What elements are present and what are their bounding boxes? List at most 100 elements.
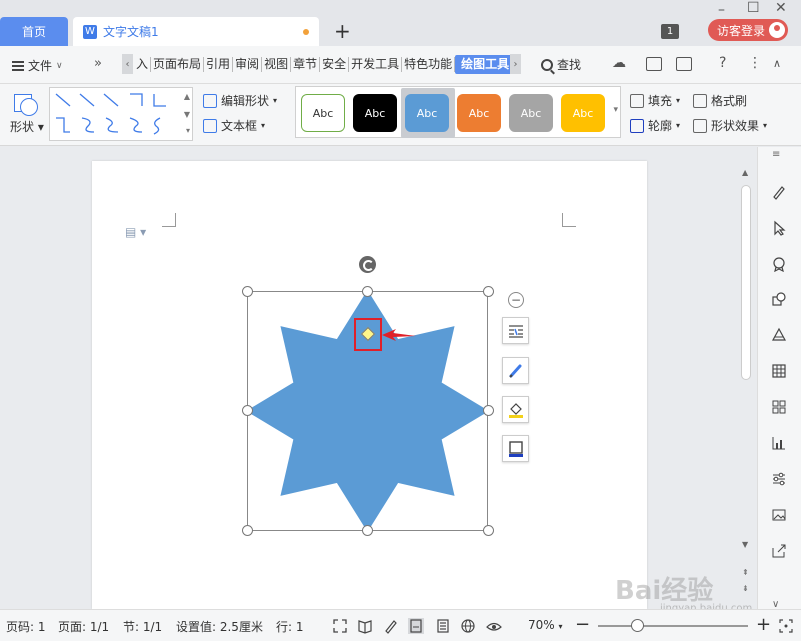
line-shapes-gallery[interactable]: ▲ ▼ ▾ bbox=[49, 87, 193, 141]
edit-shape-button[interactable]: 编辑形状 ▾ bbox=[203, 92, 277, 109]
outline-color-button[interactable] bbox=[502, 435, 529, 462]
zoom-dropdown[interactable]: 70% ▾ bbox=[528, 618, 563, 632]
shapes-icon[interactable] bbox=[770, 290, 788, 308]
gallery-expand-icon[interactable]: ▾ bbox=[186, 126, 190, 135]
page-up-icon[interactable]: ⇞ bbox=[742, 568, 749, 577]
resize-handle-bottom[interactable] bbox=[362, 525, 373, 536]
tab-page-layout[interactable]: 页面布局 bbox=[151, 57, 205, 72]
shape-style-button[interactable] bbox=[502, 357, 529, 384]
style-blue[interactable]: Abc bbox=[405, 94, 449, 132]
style-gold[interactable]: Abc bbox=[561, 94, 605, 132]
fit-page-icon[interactable] bbox=[778, 618, 794, 634]
pen-icon[interactable] bbox=[770, 183, 788, 201]
write-mode-icon[interactable] bbox=[383, 618, 399, 634]
share-icon[interactable] bbox=[646, 57, 662, 71]
zoom-out-button[interactable]: − bbox=[575, 614, 590, 635]
collapse-toolbar-icon[interactable]: − bbox=[508, 292, 524, 308]
resize-handle-top-right[interactable] bbox=[483, 286, 494, 297]
scroll-up-icon[interactable]: ▲ bbox=[742, 168, 748, 177]
maximize-icon[interactable]: ☐ bbox=[747, 0, 760, 16]
style-orange[interactable]: Abc bbox=[457, 94, 501, 132]
sliders-icon[interactable] bbox=[770, 470, 788, 488]
eye-protection-icon[interactable] bbox=[486, 618, 502, 634]
shape-label[interactable]: 形状 ▾ bbox=[10, 118, 44, 135]
image-icon[interactable] bbox=[770, 506, 788, 524]
resize-handle-right[interactable] bbox=[483, 405, 494, 416]
cursor-icon[interactable] bbox=[770, 219, 788, 237]
tab-home[interactable]: 首页 bbox=[0, 17, 68, 46]
style-black[interactable]: Abc bbox=[353, 94, 397, 132]
file-menu[interactable]: 文件 ∨ bbox=[12, 57, 63, 74]
adjust-handle-diamond-icon[interactable] bbox=[360, 326, 376, 342]
grid-icon[interactable] bbox=[770, 398, 788, 416]
tab-features[interactable]: 特色功能 bbox=[402, 57, 456, 72]
textbox-button[interactable]: 文本框 ▾ bbox=[203, 117, 265, 134]
scrollbar-thumb[interactable] bbox=[741, 185, 751, 380]
fill-button[interactable]: 填充 ▾ bbox=[630, 92, 680, 109]
right-side-panel: ≡ ∨ bbox=[757, 147, 801, 610]
zoom-slider[interactable] bbox=[598, 625, 748, 627]
layers-icon[interactable] bbox=[770, 326, 788, 344]
search-button[interactable]: 查找 bbox=[541, 56, 581, 73]
tab-developer[interactable]: 开发工具 bbox=[349, 57, 403, 72]
export-icon[interactable] bbox=[770, 542, 788, 560]
chart-icon[interactable] bbox=[770, 434, 788, 452]
page-view-icon[interactable] bbox=[408, 618, 424, 634]
tab-drawing-tools[interactable]: 绘图工具 bbox=[455, 55, 516, 74]
scroll-down-icon[interactable]: ▼ bbox=[742, 540, 748, 549]
status-section: 节: 1/1 bbox=[123, 620, 163, 634]
format-painter-button[interactable]: 格式刷 bbox=[693, 92, 747, 109]
adjust-handle-highlight bbox=[354, 318, 382, 351]
badge-icon[interactable] bbox=[770, 255, 788, 273]
tab-document[interactable]: W 文字文稿1 bbox=[73, 17, 319, 46]
fullscreen-icon[interactable] bbox=[332, 618, 348, 634]
outline-view-icon[interactable] bbox=[435, 618, 451, 634]
styles-expand-icon[interactable]: ▾ bbox=[613, 105, 618, 115]
zoom-in-button[interactable]: + bbox=[756, 614, 771, 635]
more-options-icon[interactable]: ⋮ bbox=[748, 55, 762, 71]
table-icon[interactable] bbox=[770, 362, 788, 380]
web-view-icon[interactable] bbox=[460, 618, 476, 634]
vertical-scrollbar[interactable]: ▲ ▼ ⇞ ⇟ bbox=[739, 160, 753, 609]
document-page[interactable]: ▤ ▾ − bbox=[92, 161, 647, 609]
window-count-badge[interactable]: 1 bbox=[661, 24, 679, 39]
close-icon[interactable]: ✕ bbox=[775, 0, 787, 16]
doc-settings-icon[interactable] bbox=[676, 57, 692, 71]
panel-collapse-icon[interactable]: ≡ bbox=[772, 149, 780, 160]
tab-chapter[interactable]: 章节 bbox=[291, 57, 321, 72]
more-menus-icon[interactable]: » bbox=[94, 56, 102, 71]
cloud-sync-icon[interactable]: ☁ bbox=[612, 55, 626, 71]
resize-handle-bottom-right[interactable] bbox=[483, 525, 494, 536]
page-down-icon[interactable]: ⇟ bbox=[742, 584, 749, 593]
scroll-left-icon[interactable]: ‹ bbox=[122, 54, 133, 74]
resize-handle-left[interactable] bbox=[242, 405, 253, 416]
style-white-outline[interactable]: Abc bbox=[301, 94, 345, 132]
tab-references[interactable]: 引用 bbox=[204, 57, 234, 72]
style-gray[interactable]: Abc bbox=[509, 94, 553, 132]
fill-color-button[interactable] bbox=[502, 396, 529, 423]
gallery-down-icon[interactable]: ▼ bbox=[184, 110, 190, 119]
scroll-right-icon[interactable]: › bbox=[510, 54, 521, 74]
outline-button[interactable]: 轮廓 ▾ bbox=[630, 117, 680, 134]
tab-insert[interactable]: 入 bbox=[134, 57, 152, 72]
tab-view[interactable]: 视图 bbox=[262, 57, 292, 72]
textbox-icon bbox=[203, 118, 217, 133]
shape-effect-button[interactable]: 形状效果 ▾ bbox=[693, 117, 767, 134]
text-wrap-button[interactable] bbox=[502, 317, 529, 344]
outline-icon bbox=[630, 118, 644, 133]
minimize-icon[interactable]: – bbox=[718, 2, 725, 18]
rotate-handle-icon[interactable] bbox=[359, 256, 376, 273]
help-icon[interactable]: ? bbox=[719, 55, 726, 71]
tab-security[interactable]: 安全 bbox=[320, 57, 350, 72]
collapse-ribbon-icon[interactable]: ∧ bbox=[773, 57, 781, 70]
resize-handle-top[interactable] bbox=[362, 286, 373, 297]
reading-mode-icon[interactable] bbox=[357, 618, 373, 634]
zoom-slider-thumb[interactable] bbox=[631, 619, 644, 632]
paragraph-layout-icon[interactable]: ▤ ▾ bbox=[125, 225, 146, 239]
tab-review[interactable]: 审阅 bbox=[233, 57, 263, 72]
guest-login-button[interactable]: 访客登录 bbox=[708, 19, 788, 41]
resize-handle-bottom-left[interactable] bbox=[242, 525, 253, 536]
gallery-up-icon[interactable]: ▲ bbox=[184, 92, 190, 101]
new-tab-button[interactable]: + bbox=[334, 19, 351, 43]
resize-handle-top-left[interactable] bbox=[242, 286, 253, 297]
